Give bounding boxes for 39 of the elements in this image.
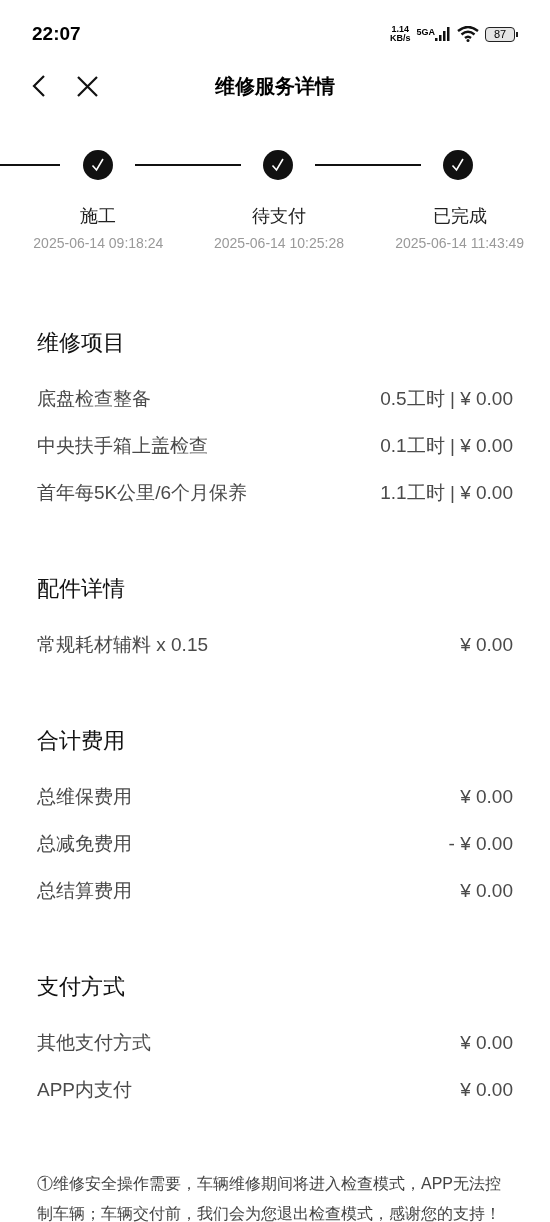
- network-speed: 1.14: [391, 25, 409, 34]
- step-time: 2025-06-14 11:43:49: [395, 234, 525, 253]
- row-value: ¥ 0.00: [460, 1031, 513, 1056]
- step-time: 2025-06-14 09:18:24: [33, 234, 164, 253]
- section-title: 合计费用: [37, 727, 126, 755]
- section-title: 配件详情: [37, 575, 126, 603]
- footer-note: ①维修安全操作需要，车辆维修期间将进入检查模式，APP无法控制车辆；车辆交付前，我们会为您退出检查模式，感谢您的支持！: [37, 1174, 502, 1222]
- signal-icon: [435, 27, 451, 41]
- row-value: - ¥ 0.00: [448, 832, 513, 857]
- row-label: 首年每5K公里/6个月保养: [37, 481, 248, 506]
- row-label: 底盘检查整备: [37, 387, 151, 412]
- row-value: ¥ 0.00: [460, 785, 513, 810]
- step-time: 2025-06-14 10:25:28: [214, 234, 344, 253]
- row-label: APP内支付: [37, 1078, 133, 1103]
- row-label: 其他支付方式: [37, 1031, 151, 1056]
- row-value: 0.1工时 | ¥ 0.00: [380, 434, 513, 459]
- wifi-icon: [457, 26, 479, 42]
- row-value: ¥ 0.00: [460, 1078, 513, 1103]
- row-label: 总结算费用: [37, 879, 132, 904]
- section-title: 支付方式: [37, 973, 126, 1001]
- back-icon[interactable]: [32, 74, 46, 98]
- network-type: 5GA: [416, 27, 435, 37]
- close-icon[interactable]: [77, 75, 98, 97]
- row-label: 总维保费用: [37, 785, 132, 810]
- row-value: 1.1工时 | ¥ 0.00: [380, 481, 513, 506]
- row-label: 中央扶手箱上盖检查: [37, 434, 208, 459]
- row-value: ¥ 0.00: [460, 879, 513, 904]
- row-value: 0.5工时 | ¥ 0.00: [380, 387, 513, 412]
- page-title: 维修服务详情: [215, 74, 335, 99]
- status-time: 22:07: [32, 21, 81, 46]
- battery-icon: 87: [485, 26, 518, 42]
- row-value: ¥ 0.00: [460, 633, 513, 658]
- row-label: 常规耗材辅料 x 0.15: [37, 633, 209, 658]
- step-label: 待支付: [252, 205, 306, 228]
- step-label: 施工: [80, 205, 117, 228]
- step-label: 已完成: [432, 205, 487, 228]
- section-title: 维修项目: [37, 329, 126, 357]
- speed-unit: KB/s: [389, 34, 411, 43]
- row-label: 总减免费用: [37, 832, 132, 857]
